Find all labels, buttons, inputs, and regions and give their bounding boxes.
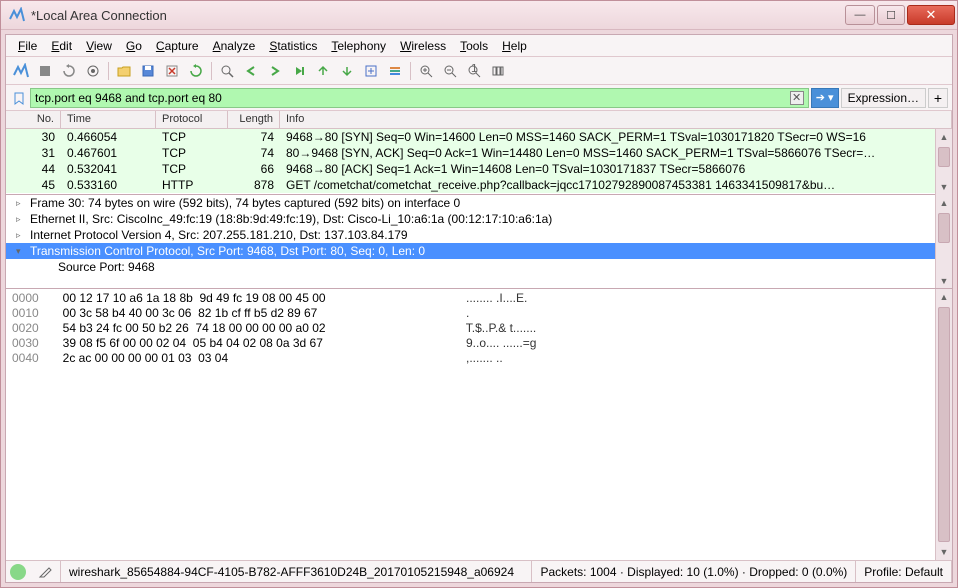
menu-telephony[interactable]: Telephony [325,37,392,55]
tree-label: Ethernet II, Src: CiscoInc_49:fc:19 (18:… [30,212,552,226]
open-file-button[interactable] [113,60,135,82]
hex-row[interactable]: 0000 00 12 17 10 a6 1a 18 8b 9d 49 fc 19… [12,291,946,306]
filter-input-wrap: ✕ [30,88,809,108]
svg-text:1: 1 [471,64,478,75]
window: *Local Area Connection — ☐ ✕ FileEditVie… [0,0,958,588]
hex-row[interactable]: 0030 39 08 f5 6f 00 00 02 04 05 b4 04 02… [12,336,946,351]
menu-analyze[interactable]: Analyze [207,37,262,55]
expression-button[interactable]: Expression… [841,88,926,108]
display-filter-input[interactable] [35,91,790,105]
hex-row[interactable]: 0040 2c ac 00 00 00 00 01 03 03 04 ,....… [12,351,946,366]
menu-wireless[interactable]: Wireless [394,37,452,55]
zoom-out-button[interactable] [439,60,461,82]
status-packets: Packets: 1004 · Displayed: 10 (1.0%) · D… [532,561,856,582]
go-to-packet-button[interactable] [288,60,310,82]
tree-toggle-icon[interactable]: ▾ [16,246,26,257]
hex-row[interactable]: 0020 54 b3 24 fc 00 50 b2 26 74 18 00 00… [12,321,946,336]
start-capture-button[interactable] [10,60,32,82]
separator [410,62,411,80]
app-icon [9,7,25,23]
apply-filter-button[interactable]: ➔ ▾ [811,88,839,108]
col-protocol[interactable]: Protocol [156,111,228,128]
packet-list-header[interactable]: No. Time Protocol Length Info [6,111,952,129]
packet-list-scrollbar[interactable]: ▲▼ [935,129,952,195]
bytes-scrollbar[interactable]: ▲▼ [935,289,952,560]
col-time[interactable]: Time [61,111,156,128]
packet-list-pane: No. Time Protocol Length Info 300.466054… [6,111,952,195]
menu-edit[interactable]: Edit [45,37,78,55]
status-file: wireshark_85654884-94CF-4105-B782-AFFF36… [61,561,532,582]
tree-label: Frame 30: 74 bytes on wire (592 bits), 7… [30,196,460,210]
menu-statistics[interactable]: Statistics [263,37,323,55]
menu-file[interactable]: File [12,37,43,55]
resize-columns-button[interactable] [487,60,509,82]
restart-capture-button[interactable] [58,60,80,82]
separator [211,62,212,80]
tree-node[interactable]: ▾ Transmission Control Protocol, Src Port… [6,243,952,259]
packet-row[interactable]: 450.533160HTTP878GET /cometchat/cometcha… [6,177,952,193]
hex-row[interactable]: 0010 00 3c 58 b4 40 00 3c 06 82 1b cf ff… [12,306,946,321]
go-last-button[interactable] [336,60,358,82]
tree-label: Transmission Control Protocol, Src Port:… [30,244,425,258]
packet-details-pane: ▹ Frame 30: 74 bytes on wire (592 bits), … [6,195,952,289]
packet-row[interactable]: 300.466054TCP749468→80 [SYN] Seq=0 Win=1… [6,129,952,145]
zoom-reset-button[interactable]: 1 [463,60,485,82]
menu-bar: FileEditViewGoCaptureAnalyzeStatisticsTe… [6,35,952,57]
toolbar: 1 [6,57,952,85]
bookmark-icon[interactable] [10,89,28,107]
packet-row[interactable]: 440.532041TCP669468→80 [ACK] Seq=1 Ack=1… [6,161,952,177]
filter-bar: ✕ ➔ ▾ Expression… + [6,85,952,111]
tree-toggle-icon[interactable]: ▹ [16,198,26,209]
tree-toggle-icon[interactable]: ▹ [16,230,26,241]
col-info[interactable]: Info [280,111,952,128]
col-no[interactable]: No. [6,111,61,128]
add-filter-button[interactable]: + [928,88,948,108]
go-first-button[interactable] [312,60,334,82]
go-forward-button[interactable] [264,60,286,82]
packet-row[interactable]: 310.467601TCP7480→9468 [SYN, ACK] Seq=0 … [6,145,952,161]
menu-help[interactable]: Help [496,37,533,55]
find-packet-button[interactable] [216,60,238,82]
zoom-in-button[interactable] [415,60,437,82]
menu-go[interactable]: Go [120,37,148,55]
tree-toggle-icon[interactable]: ▹ [16,214,26,225]
separator [108,62,109,80]
packet-list-body: 300.466054TCP749468→80 [SYN] Seq=0 Win=1… [6,129,952,194]
window-buttons: — ☐ ✕ [845,5,955,25]
auto-scroll-button[interactable] [360,60,382,82]
title-bar[interactable]: *Local Area Connection — ☐ ✕ [1,1,957,30]
clear-filter-button[interactable]: ✕ [790,91,804,105]
tree-node[interactable]: ▹ Ethernet II, Src: CiscoInc_49:fc:19 (18… [6,211,952,227]
colorize-button[interactable] [384,60,406,82]
capture-options-button[interactable] [82,60,104,82]
packet-bytes-pane: 0000 00 12 17 10 a6 1a 18 8b 9d 49 fc 19… [6,289,952,560]
menu-capture[interactable]: Capture [150,37,205,55]
client-area: FileEditViewGoCaptureAnalyzeStatisticsTe… [5,34,953,583]
tree-node[interactable]: ▹ Internet Protocol Version 4, Src: 207.2… [6,227,952,243]
status-profile[interactable]: Profile: Default [856,561,952,582]
tree-node[interactable]: ▹ Frame 30: 74 bytes on wire (592 bits), … [6,195,952,211]
go-back-button[interactable] [240,60,262,82]
close-button[interactable]: ✕ [907,5,955,25]
save-file-button[interactable] [137,60,159,82]
status-bar: wireshark_85654884-94CF-4105-B782-AFFF36… [6,560,952,582]
panes: No. Time Protocol Length Info 300.466054… [6,111,952,560]
minimize-button[interactable]: — [845,5,875,25]
edit-capture-icon[interactable] [30,561,61,582]
menu-tools[interactable]: Tools [454,37,494,55]
window-title: *Local Area Connection [31,8,845,23]
tree-label: Internet Protocol Version 4, Src: 207.25… [30,228,408,242]
close-file-button[interactable] [161,60,183,82]
details-scrollbar[interactable]: ▲▼ [935,195,952,289]
tree-node[interactable]: Source Port: 9468 [6,259,952,275]
tree-label: Source Port: 9468 [58,260,155,274]
expert-info-icon[interactable] [10,564,26,580]
menu-view[interactable]: View [80,37,118,55]
stop-capture-button[interactable] [34,60,56,82]
maximize-button[interactable]: ☐ [877,5,905,25]
col-length[interactable]: Length [228,111,280,128]
reload-button[interactable] [185,60,207,82]
